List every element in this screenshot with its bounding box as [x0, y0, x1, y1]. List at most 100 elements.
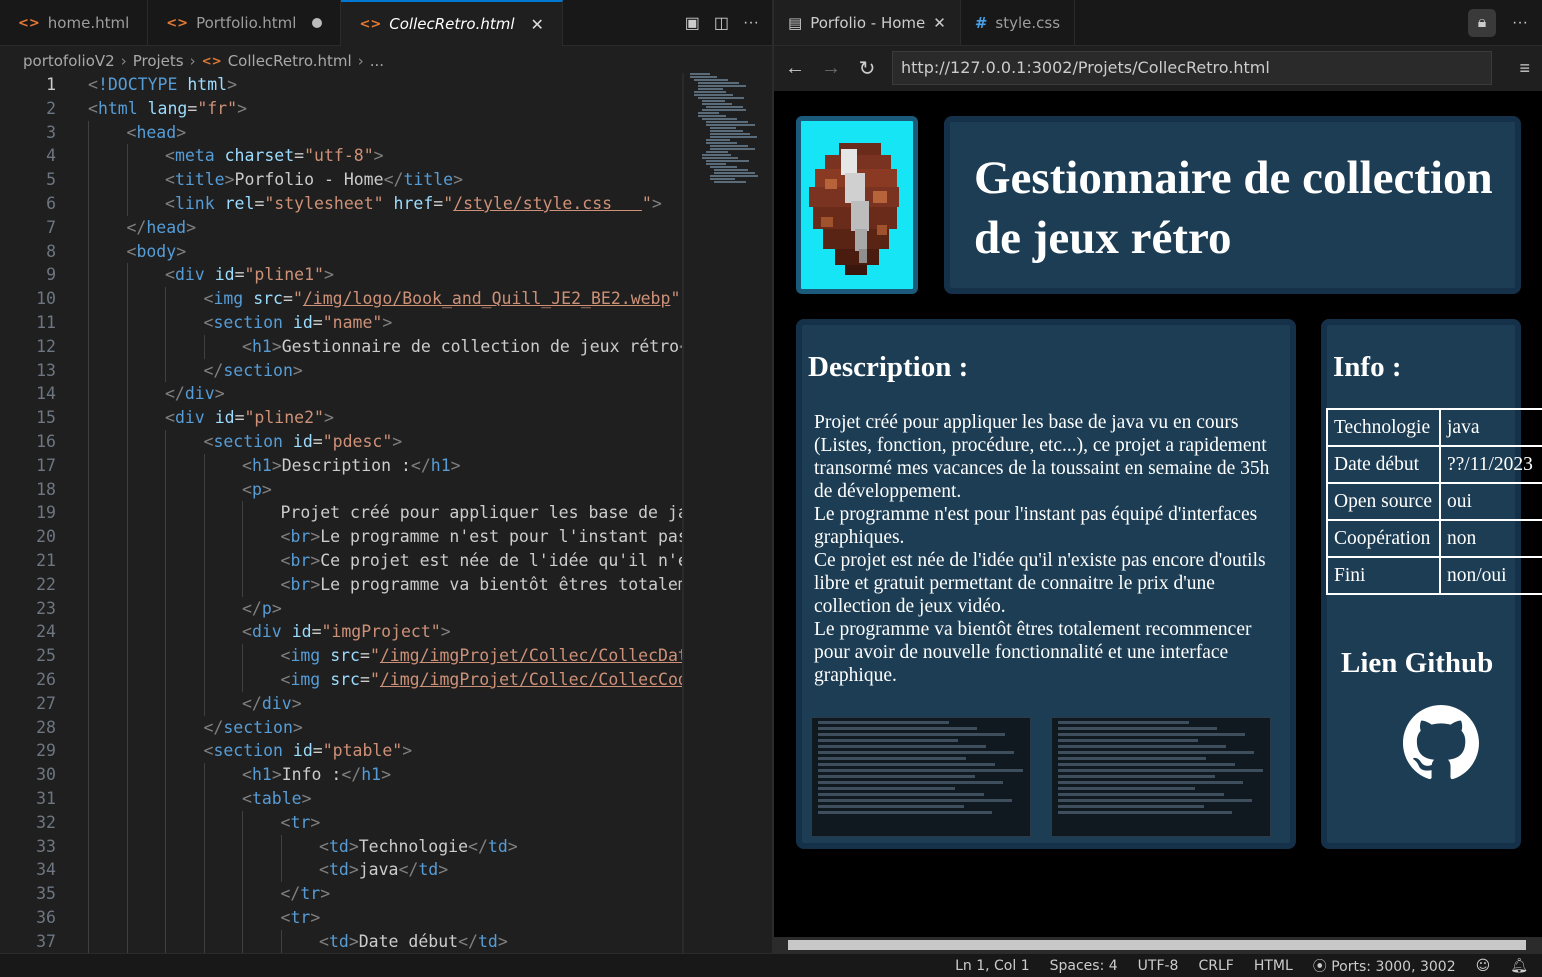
- more-actions-icon[interactable]: ···: [743, 14, 759, 32]
- line-number: 34: [36, 860, 56, 880]
- menu-icon[interactable]: ≡: [1519, 58, 1530, 79]
- code-line[interactable]: 18 <p>: [0, 477, 684, 502]
- table-cell: Date début: [1326, 445, 1441, 484]
- ports-label: Ports: 3000, 3002: [1331, 958, 1456, 975]
- code-line[interactable]: 19 Projet créé pour appliquer les base de…: [0, 501, 684, 526]
- encoding[interactable]: UTF-8: [1138, 958, 1179, 974]
- page-viewport[interactable]: Gestionnaire de collection de jeux rétro…: [774, 91, 1542, 937]
- editor-tab-bar: <> home.html <> Portfolio.html <> CollecRet…: [0, 0, 773, 46]
- screenshot-line: [1058, 799, 1253, 802]
- back-arrow-icon[interactable]: ←: [784, 57, 806, 80]
- open-preview-icon[interactable]: ▣: [685, 13, 700, 33]
- vertical-scrollbar[interactable]: [682, 73, 684, 953]
- code-line[interactable]: 1 <!DOCTYPE html>: [0, 73, 684, 97]
- line-ending[interactable]: CRLF: [1198, 958, 1233, 974]
- close-tab-icon[interactable]: ✕: [933, 14, 946, 32]
- breadcrumb-more[interactable]: ...: [370, 52, 384, 70]
- code-line[interactable]: 13 </section>: [0, 358, 684, 383]
- line-number: 6: [46, 193, 56, 213]
- code-line[interactable]: 6 <link rel="stylesheet" href="/style/sty…: [0, 191, 684, 216]
- info-heading: Info :: [1333, 351, 1402, 383]
- indentation[interactable]: Spaces: 4: [1050, 958, 1118, 974]
- code-text: </div>: [56, 382, 225, 407]
- tab-home-html[interactable]: <> home.html: [0, 0, 149, 46]
- code-line[interactable]: 32 <tr>: [0, 810, 684, 835]
- code-line[interactable]: 35 </tr>: [0, 882, 684, 906]
- table-cell: Fini: [1326, 556, 1441, 595]
- tab-collecretro-html[interactable]: <> CollecRetro.html ✕: [341, 0, 563, 46]
- ports-item[interactable]: ⦿ Ports: 3000, 3002: [1313, 956, 1456, 976]
- bell-icon[interactable]: 🔔︎: [1510, 958, 1528, 974]
- line-number: 22: [36, 574, 56, 594]
- code-line[interactable]: 26 <img src="/img/imgProjet/Collec/Collec…: [0, 667, 684, 692]
- code-line[interactable]: 7 </head>: [0, 215, 684, 240]
- code-text: <div id="imgProject">: [56, 620, 451, 645]
- breadcrumb-folder[interactable]: portofolioV2: [23, 52, 115, 70]
- breadcrumb-file[interactable]: CollecRetro.html: [228, 52, 352, 70]
- code-line[interactable]: 12 <h1>Gestionnaire de collection de jeux…: [0, 334, 684, 359]
- simple-browser: ▤ Porfolio - Home ✕ # style.css 🔒︎ ··· ← → …: [774, 0, 1542, 953]
- code-line[interactable]: 24 <div id="imgProject">: [0, 620, 684, 645]
- breadcrumb-subfolder[interactable]: Projets: [133, 52, 184, 70]
- tab-style-css[interactable]: # style.css: [961, 0, 1076, 45]
- code-text: </head>: [56, 215, 196, 240]
- code-line[interactable]: 10 <img src="/img/logo/Book_and_Quill_JE2…: [0, 287, 684, 311]
- cursor-position[interactable]: Ln 1, Col 1: [955, 958, 1030, 974]
- close-tab-icon[interactable]: ✕: [531, 15, 544, 34]
- forward-arrow-icon[interactable]: →: [820, 57, 842, 80]
- horizontal-scrollbar[interactable]: [774, 937, 1542, 953]
- code-line[interactable]: 27 </div>: [0, 691, 684, 716]
- minimap-line: [706, 151, 728, 153]
- scrollbar-thumb[interactable]: [788, 940, 1526, 950]
- tab-portfolio-html[interactable]: <> Portfolio.html: [148, 0, 342, 46]
- split-editor-icon[interactable]: ◫: [714, 13, 729, 33]
- line-number: 10: [36, 289, 56, 309]
- minimap-line: [702, 103, 732, 105]
- code-line[interactable]: 9 <div id="pline1">: [0, 263, 684, 288]
- code-line[interactable]: 11 <section id="name">: [0, 310, 684, 335]
- language-mode[interactable]: HTML: [1254, 958, 1293, 974]
- tab-label: style.css: [995, 13, 1061, 32]
- code-line[interactable]: 30 <h1>Info :</h1>: [0, 763, 684, 787]
- reload-icon[interactable]: ↻: [856, 56, 878, 81]
- more-actions-icon[interactable]: ···: [1512, 14, 1528, 32]
- minimap[interactable]: [686, 73, 761, 193]
- browser-actions: 🔒︎ ···: [1468, 0, 1528, 46]
- code-line[interactable]: 2 <html lang="fr">: [0, 97, 684, 121]
- code-line[interactable]: 20 <br>Le programme n'est pour l'instant …: [0, 525, 684, 549]
- code-line[interactable]: 25 <img src="/img/imgProjet/Collec/Collec…: [0, 644, 684, 668]
- code-line[interactable]: 21 <br>Ce projet est née de l'idée qu'il …: [0, 548, 684, 573]
- github-heading: Lien Github: [1341, 647, 1494, 679]
- minimap-line: [694, 79, 728, 81]
- code-line[interactable]: 29 <section id="ptable">: [0, 739, 684, 764]
- code-line[interactable]: 36 <tr>: [0, 905, 684, 930]
- minimap-line: [690, 76, 717, 78]
- code-line[interactable]: 5 <title>Porfolio - Home</title>: [0, 168, 684, 192]
- browser-icon: ▤: [788, 13, 803, 32]
- code-line[interactable]: 17 <h1>Description :</h1>: [0, 453, 684, 478]
- lock-icon[interactable]: 🔒︎: [1468, 9, 1497, 37]
- code-line[interactable]: 37 <td>Date début</td>: [0, 929, 684, 953]
- unsaved-dot-icon[interactable]: [312, 18, 323, 28]
- code-line[interactable]: 28 </section>: [0, 715, 684, 740]
- code-line[interactable]: 34 <td>java</td>: [0, 858, 684, 883]
- code-line[interactable]: 8 <body>: [0, 239, 684, 264]
- code-line[interactable]: 15 <div id="pline2">: [0, 406, 684, 430]
- line-number: 35: [36, 884, 56, 904]
- minimap-line: [710, 145, 748, 147]
- url-input[interactable]: http://127.0.0.1:3002/Projets/CollecRetr…: [892, 51, 1492, 85]
- code-line[interactable]: 33 <td>Technologie</td>: [0, 834, 684, 859]
- code-line[interactable]: 16 <section id="pdesc">: [0, 429, 684, 454]
- code-line[interactable]: 31 <table>: [0, 786, 684, 811]
- tab-browser-page[interactable]: ▤ Porfolio - Home ✕: [774, 0, 961, 45]
- code-area[interactable]: 1 <!DOCTYPE html> 2 <html lang="fr"> 3 <head>…: [0, 73, 684, 953]
- line-number: 9: [46, 265, 56, 285]
- code-line[interactable]: 3 <head>: [0, 120, 684, 145]
- github-icon[interactable]: [1403, 705, 1479, 781]
- code-editor[interactable]: <> home.html <> Portfolio.html <> CollecRet…: [0, 0, 773, 953]
- copilot-icon[interactable]: ☺: [1476, 958, 1491, 974]
- code-line[interactable]: 4 <meta charset="utf-8">: [0, 144, 684, 169]
- code-line[interactable]: 23 </p>: [0, 596, 684, 621]
- code-line[interactable]: 22 <br>Le programme va bientôt êtres tota…: [0, 572, 684, 597]
- code-line[interactable]: 14 </div>: [0, 382, 684, 407]
